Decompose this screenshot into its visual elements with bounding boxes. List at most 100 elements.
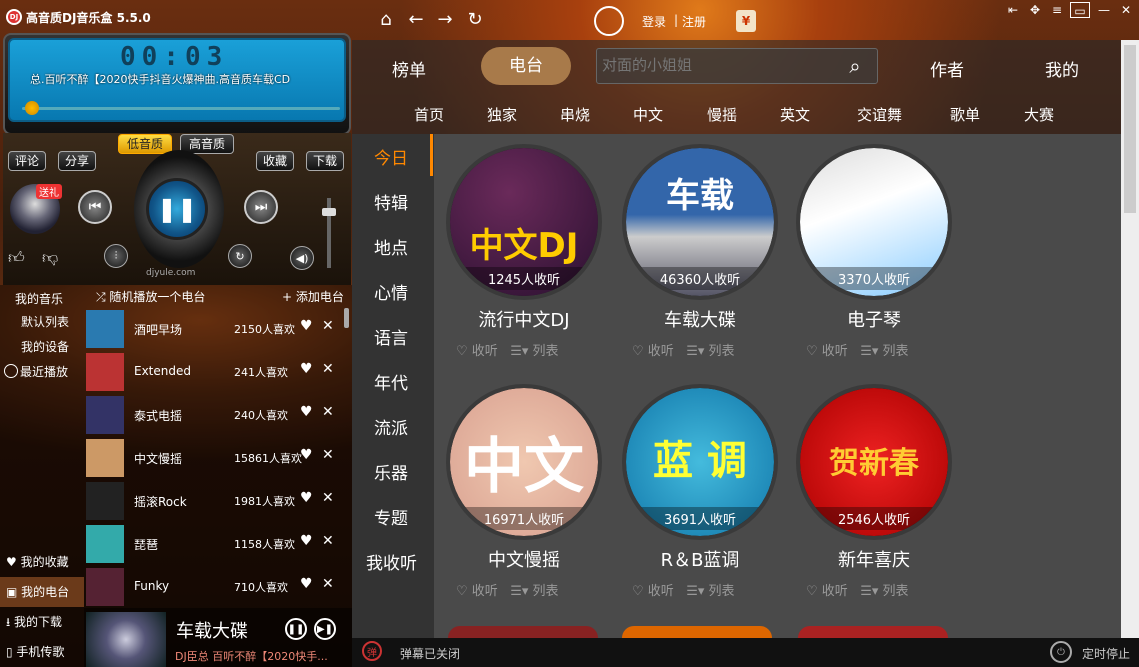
listen-button[interactable]: 收听 <box>472 584 498 599</box>
tab-chart[interactable]: 榜单 <box>392 56 426 81</box>
sidebar-my-collect[interactable]: ♥ 我的收藏 <box>0 547 84 577</box>
heart-icon[interactable]: ♥ <box>300 576 313 592</box>
list-button[interactable]: 列表 <box>533 584 559 599</box>
subnav-item[interactable]: 独家 <box>487 104 517 125</box>
timer-icon[interactable]: ⏻ <box>1050 641 1072 663</box>
sidebar-phone-transfer[interactable]: ▯ 手机传歌 <box>0 637 84 667</box>
category-item[interactable]: 地点 <box>374 234 408 259</box>
next-icon[interactable]: ⏭ <box>244 190 278 224</box>
heart-icon[interactable]: ♥ <box>300 533 313 549</box>
close-icon[interactable]: ✕ <box>1116 2 1136 18</box>
previous-icon[interactable]: ⏮ <box>78 190 112 224</box>
remove-icon[interactable]: ✕ <box>322 447 334 463</box>
remove-icon[interactable]: ✕ <box>322 318 334 334</box>
list-item[interactable]: Extended 241人喜欢 ♥ ✕ <box>84 351 346 394</box>
station-disc[interactable]: 蓝 调 3691人收听 <box>622 384 778 540</box>
playlist-icon[interactable]: ☰▾ <box>860 344 882 359</box>
mini-cover[interactable] <box>86 612 166 667</box>
thumbs-down-icon[interactable]: 👎︎ <box>42 248 58 268</box>
heart-outline-icon[interactable]: ♡ <box>806 344 822 359</box>
collect-button[interactable]: 收藏 <box>256 151 294 171</box>
volume-icon[interactable]: ◀) <box>290 246 314 270</box>
remove-icon[interactable]: ✕ <box>322 533 334 549</box>
heart-outline-icon[interactable]: ♡ <box>632 584 648 599</box>
danmu-status[interactable]: 弹幕已关闭 <box>400 645 460 662</box>
home-icon[interactable]: ⌂ <box>375 10 397 30</box>
remove-icon[interactable]: ✕ <box>322 404 334 420</box>
list-button[interactable]: 列表 <box>883 344 909 359</box>
list-button[interactable]: 列表 <box>533 344 559 359</box>
heart-outline-icon[interactable]: ♡ <box>632 344 648 359</box>
listen-button[interactable]: 收听 <box>822 344 848 359</box>
category-item[interactable]: 今日 <box>374 144 408 169</box>
subnav-item[interactable]: 大赛 <box>1024 104 1054 125</box>
tab-author[interactable]: 作者 <box>930 56 964 81</box>
comment-button[interactable]: 评论 <box>8 151 46 171</box>
heart-outline-icon[interactable]: ♡ <box>456 344 472 359</box>
station-title[interactable]: 电子琴 <box>796 306 952 332</box>
equalizer-icon[interactable]: ⫶ <box>104 244 128 268</box>
gift-badge[interactable]: 送礼 <box>36 184 62 199</box>
station-card[interactable]: 蓝 调 3691人收听 R＆B蓝调 ♡ 收听 ☰▾ 列表 <box>622 384 782 614</box>
list-item[interactable]: Funky 710人喜欢 ♥ ✕ <box>84 566 346 609</box>
search-input[interactable] <box>602 56 832 74</box>
subnav-item[interactable]: 中文 <box>633 104 663 125</box>
register-link[interactable]: 注册 <box>682 13 706 30</box>
category-item[interactable]: 特辑 <box>374 189 408 214</box>
red-packet-icon[interactable]: ¥ <box>736 10 756 32</box>
station-card[interactable]: 3370人收听电子琴 ♡ 收听 ☰▾ 列表 <box>796 144 956 374</box>
subnav-item[interactable]: 交谊舞 <box>857 104 902 125</box>
download-button[interactable]: 下载 <box>306 151 344 171</box>
station-disc[interactable]: 贺新春 2546人收听 <box>796 384 952 540</box>
tab-mine[interactable]: 我的 <box>1045 56 1079 81</box>
mini-mode-icon[interactable]: ⇤ <box>1003 2 1023 18</box>
heart-icon[interactable]: ♥ <box>300 318 313 334</box>
list-item[interactable]: 酒吧早场 2150人喜欢 ♥ ✕ <box>84 308 346 351</box>
category-item[interactable]: 流派 <box>374 414 408 439</box>
add-station-button[interactable]: + 添加电台 <box>282 288 344 305</box>
playlist-icon[interactable]: ☰▾ <box>686 584 708 599</box>
random-play-button[interactable]: ⤮ 随机播放一个电台 <box>96 288 205 305</box>
category-item[interactable]: 专题 <box>374 504 408 529</box>
minimize-icon[interactable]: — <box>1094 2 1114 18</box>
subnav-item[interactable]: 串烧 <box>560 104 590 125</box>
station-card[interactable]: 中文 16971人收听 中文慢摇 ♡ 收听 ☰▾ 列表 <box>446 384 606 614</box>
list-button[interactable]: 列表 <box>709 584 735 599</box>
subnav-item[interactable]: 首页 <box>414 104 444 125</box>
listen-button[interactable]: 收听 <box>822 584 848 599</box>
danmu-icon[interactable]: 弹 <box>362 641 382 661</box>
share-button[interactable]: 分享 <box>58 151 96 171</box>
playlist-icon[interactable]: ☰▾ <box>686 344 708 359</box>
station-title[interactable]: 新年喜庆 <box>796 546 952 572</box>
remove-icon[interactable]: ✕ <box>322 361 334 377</box>
station-title[interactable]: 中文慢摇 <box>446 546 602 572</box>
heart-outline-icon[interactable]: ♡ <box>806 584 822 599</box>
low-quality-button[interactable]: 低音质 <box>118 134 172 154</box>
station-title[interactable]: R＆B蓝调 <box>622 546 778 572</box>
station-card[interactable]: 中文DJ 1245人收听 流行中文DJ ♡ 收听 ☰▾ 列表 <box>446 144 606 374</box>
list-item[interactable]: 摇滚Rock 1981人喜欢 ♥ ✕ <box>84 480 346 523</box>
volume-knob[interactable] <box>322 208 336 216</box>
station-card[interactable]: 贺新春 2546人收听 新年喜庆 ♡ 收听 ☰▾ 列表 <box>796 384 956 614</box>
station-title[interactable]: 车载大碟 <box>622 306 778 332</box>
station-disc[interactable]: 3370人收听 <box>796 144 952 300</box>
main-scrollbar-thumb[interactable] <box>1124 45 1136 213</box>
station-disc[interactable]: 车载 46360人收听 <box>622 144 778 300</box>
station-disc[interactable]: 中文 16971人收听 <box>446 384 602 540</box>
category-item[interactable]: 语言 <box>374 324 408 349</box>
sidebar-my-download[interactable]: ⭳ 我的下载 <box>0 607 84 637</box>
pin-icon[interactable]: ✥ <box>1025 2 1045 18</box>
playlist-icon[interactable]: ☰▾ <box>510 344 532 359</box>
mini-pause-icon[interactable]: ❚❚ <box>285 618 307 640</box>
list-item[interactable]: 琵琶 1158人喜欢 ♥ ✕ <box>84 523 346 566</box>
pause-button[interactable]: ❚❚ <box>146 178 208 240</box>
tab-radio[interactable]: 电台 <box>481 47 571 85</box>
progress-track[interactable] <box>22 107 340 110</box>
heart-icon[interactable]: ♥ <box>300 361 313 377</box>
category-item[interactable]: 乐器 <box>374 459 408 484</box>
subnav-item[interactable]: 英文 <box>780 104 810 125</box>
remove-icon[interactable]: ✕ <box>322 576 334 592</box>
timer-stop[interactable]: 定时停止 <box>1082 645 1130 662</box>
user-avatar-icon[interactable] <box>594 6 624 36</box>
category-item[interactable]: 我收听 <box>366 549 417 574</box>
